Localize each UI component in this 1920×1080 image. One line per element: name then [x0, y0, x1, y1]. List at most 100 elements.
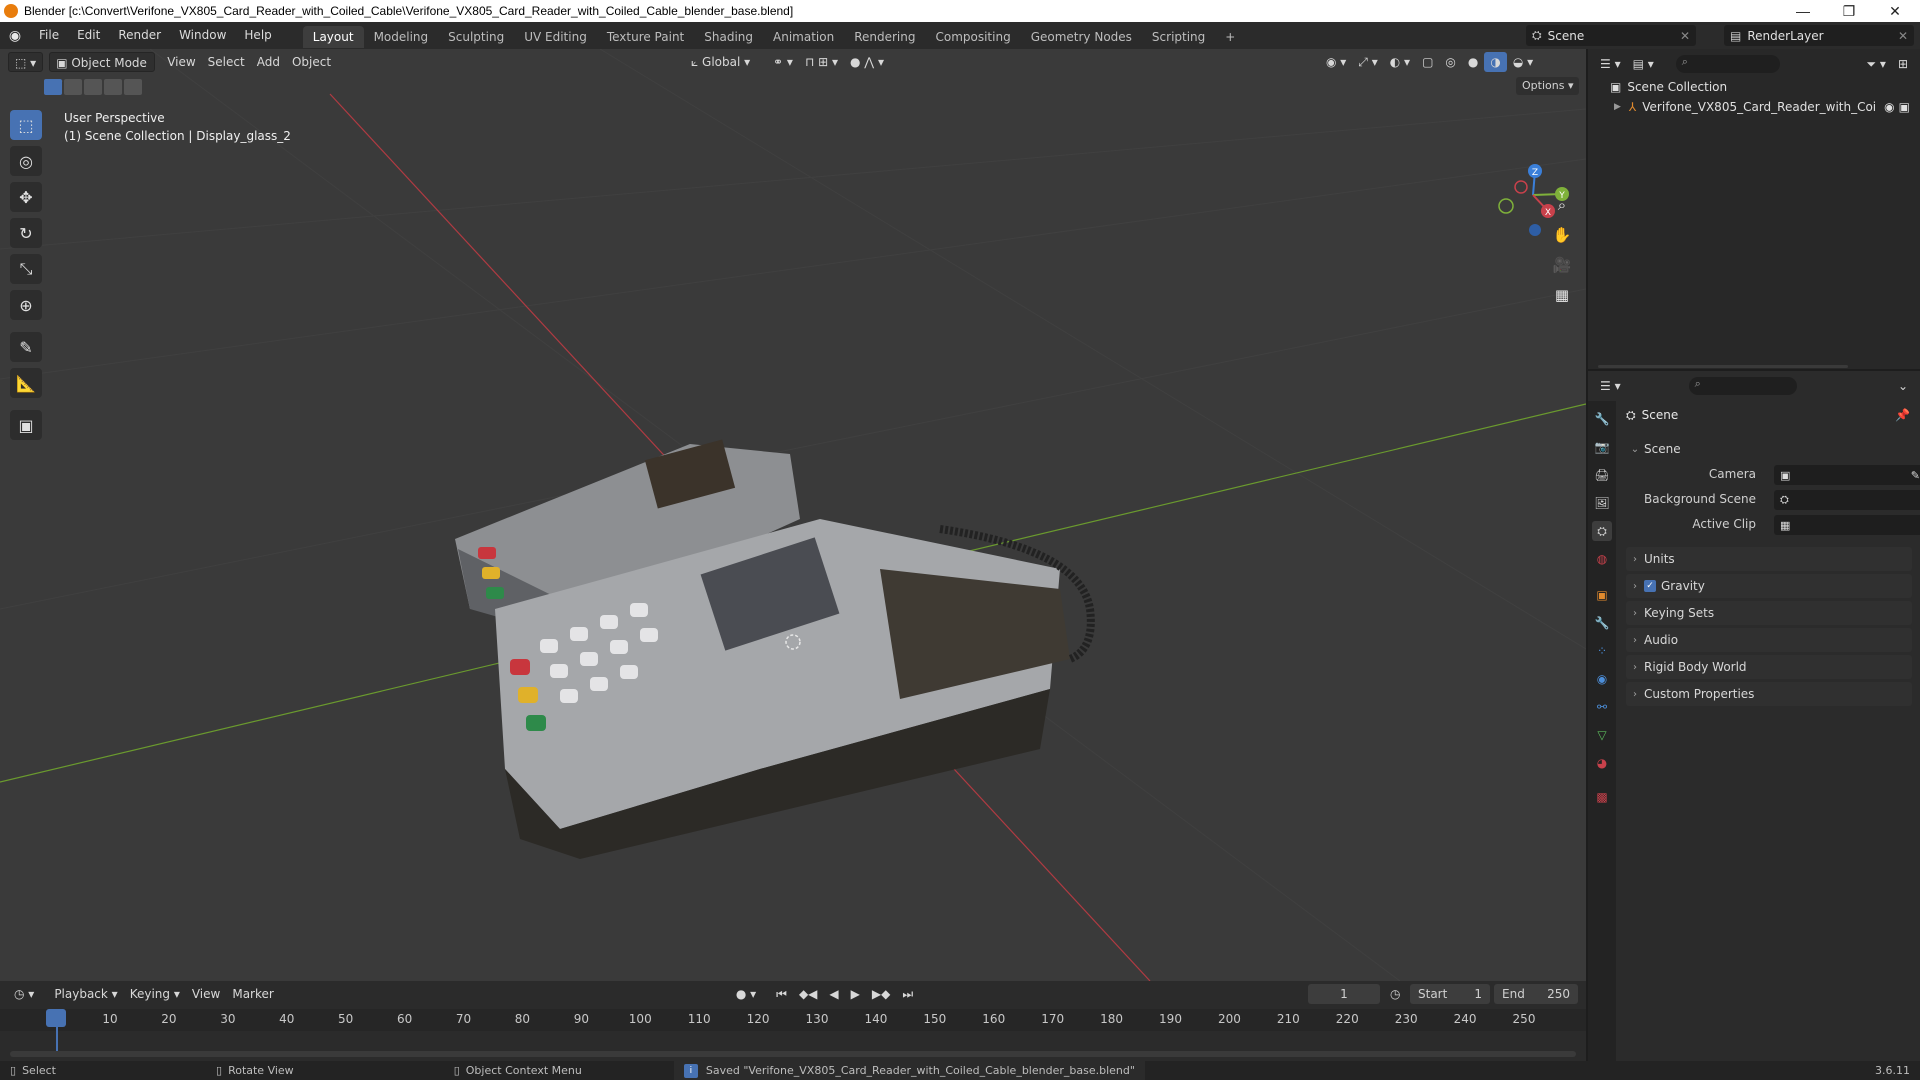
tab-texture-paint[interactable]: Texture Paint — [597, 26, 694, 48]
constraints-tab-icon[interactable]: ⚯ — [1592, 697, 1612, 717]
snap-icon[interactable]: ⊓ ⊞ ▾ — [799, 52, 844, 72]
add-cube-tool[interactable]: ▣ — [10, 410, 42, 440]
visibility-icon[interactable]: ◉ ▾ — [1320, 52, 1352, 72]
tab-layout[interactable]: Layout — [302, 25, 364, 48]
jump-start-icon[interactable]: ⏮ — [770, 984, 793, 1004]
pivot-icon[interactable]: ⚭ ▾ — [767, 52, 799, 72]
tab-sculpting[interactable]: Sculpting — [438, 26, 514, 48]
scene-selector[interactable]: ⛭ Scene ✕ — [1526, 25, 1696, 46]
measure-tool[interactable]: 📐 — [10, 368, 42, 398]
select-box-tool[interactable]: ⬚ — [10, 110, 42, 140]
blender-menu-icon[interactable]: ◉ — [0, 22, 30, 49]
new-collection-icon[interactable]: ⊞ — [1892, 54, 1914, 74]
panel-rigid-body-world[interactable]: › Rigid Body World — [1626, 655, 1912, 679]
annotate-tool[interactable]: ✎ — [10, 332, 42, 362]
report-message[interactable]: i Saved "Verifone_VX805_Card_Reader_with… — [673, 1061, 1145, 1080]
scene-close-icon[interactable]: ✕ — [1680, 29, 1690, 43]
tab-scripting[interactable]: Scripting — [1142, 26, 1215, 48]
scale-tool[interactable]: ⤡ — [10, 254, 42, 284]
menu-window[interactable]: Window — [170, 22, 235, 49]
camera-view-icon[interactable]: 🎥 — [1548, 251, 1576, 279]
camera-field[interactable]: ▣ ✎ — [1774, 465, 1920, 485]
transform-tool[interactable]: ⊕ — [10, 290, 42, 320]
eyedropper-icon[interactable]: ✎ — [1911, 469, 1920, 482]
editor-type-button[interactable]: ⬚ ▾ — [8, 52, 44, 72]
timeline-menu-playback[interactable]: Playback ▾ — [48, 984, 123, 1004]
gizmo-toggle-icon[interactable]: ⤢ ▾ — [1352, 52, 1383, 72]
minimize-button[interactable]: — — [1780, 0, 1826, 22]
play-reverse-icon[interactable]: ◀ — [823, 984, 844, 1004]
select-extend-icon[interactable] — [64, 79, 82, 95]
properties-search-input[interactable]: ⌕ — [1688, 377, 1797, 395]
tab-animation[interactable]: Animation — [763, 26, 844, 48]
expand-chevron-icon[interactable]: ▶ — [1614, 102, 1621, 112]
tab-shading[interactable]: Shading — [694, 26, 763, 48]
viewport-menu-object[interactable]: Object — [286, 52, 337, 72]
properties-options-chevron-icon[interactable]: ⌄ — [1892, 376, 1914, 396]
data-tab-icon[interactable]: ▽ — [1592, 725, 1612, 745]
view-layer-tab-icon[interactable]: 🖼 — [1592, 493, 1612, 513]
next-keyframe-icon[interactable]: ▶◆ — [866, 984, 896, 1004]
properties-editor-type-icon[interactable]: ☰ ▾ — [1594, 376, 1627, 396]
viewport-menu-add[interactable]: Add — [251, 52, 286, 72]
panel-units[interactable]: › Units — [1626, 547, 1912, 571]
gravity-checkbox[interactable]: ✓ — [1644, 580, 1656, 592]
outliner-item[interactable]: ▶ ⅄ Verifone_VX805_Card_Reader_with_Coi … — [1614, 97, 1914, 117]
renderlayer-selector[interactable]: ▤ RenderLayer ✕ — [1724, 25, 1914, 46]
outliner-search-input[interactable]: ⌕ — [1675, 55, 1780, 73]
panel-keying-sets[interactable]: › Keying Sets — [1626, 601, 1912, 625]
background-scene-field[interactable]: ⛭ — [1774, 490, 1920, 510]
select-new-icon[interactable] — [44, 79, 62, 95]
pin-icon[interactable]: 📌 — [1895, 408, 1910, 422]
add-workspace-button[interactable]: + — [1215, 26, 1245, 48]
active-clip-field[interactable]: ▦ — [1774, 515, 1920, 535]
world-tab-icon[interactable]: ◍ — [1592, 549, 1612, 569]
end-frame-field[interactable]: End 250 — [1494, 984, 1578, 1004]
timeline-menu-keying[interactable]: Keying ▾ — [124, 984, 186, 1004]
timeline-scrollbar[interactable] — [10, 1051, 1576, 1057]
menu-help[interactable]: Help — [235, 22, 280, 49]
shading-wireframe-icon[interactable]: ◎ — [1439, 52, 1461, 72]
render-tab-icon[interactable]: 📷 — [1592, 437, 1612, 457]
object-tab-icon[interactable]: ▣ — [1592, 585, 1612, 605]
timeline-editor-type-icon[interactable]: ◷ ▾ — [8, 984, 40, 1004]
shading-material-icon[interactable]: ◑ — [1484, 52, 1507, 72]
close-button[interactable]: ✕ — [1872, 0, 1918, 22]
texture-tab-icon[interactable]: ▩ — [1592, 787, 1612, 807]
viewport-menu-select[interactable]: Select — [202, 52, 251, 72]
stopwatch-icon[interactable]: ◷ — [1390, 984, 1406, 1004]
orientation-dropdown[interactable]: ⟀ Global ▾ — [685, 52, 759, 72]
3d-viewport[interactable]: Z Y X ⬚ ▾ ▣ Object Mode ▾ View Select Ad… — [0, 49, 1586, 981]
render-camera-icon[interactable]: ▣ — [1899, 100, 1910, 114]
tab-rendering[interactable]: Rendering — [844, 26, 925, 48]
xray-icon[interactable]: ▢ — [1416, 52, 1439, 72]
particles-tab-icon[interactable]: ⁘ — [1592, 641, 1612, 661]
timeline-menu-view[interactable]: View — [186, 984, 226, 1004]
select-intersect-icon[interactable] — [124, 79, 142, 95]
outliner-display-mode-icon[interactable]: ▤ ▾ — [1627, 54, 1660, 74]
outliner-editor-type-icon[interactable]: ☰ ▾ — [1594, 54, 1627, 74]
play-icon[interactable]: ▶ — [845, 984, 866, 1004]
prev-keyframe-icon[interactable]: ◆◀ — [793, 984, 823, 1004]
shading-rendered-icon[interactable]: ◒ ▾ — [1507, 52, 1539, 72]
cursor-tool[interactable]: ◎ — [10, 146, 42, 176]
start-frame-field[interactable]: Start 1 — [1410, 984, 1490, 1004]
select-invert-icon[interactable] — [104, 79, 122, 95]
panel-audio[interactable]: › Audio — [1626, 628, 1912, 652]
mode-dropdown[interactable]: ▣ Object Mode ▾ — [49, 52, 156, 90]
jump-end-icon[interactable]: ⏭ — [896, 984, 919, 1004]
proportional-edit-icon[interactable]: ● ⋀ ▾ — [844, 52, 890, 72]
physics-tab-icon[interactable]: ◉ — [1592, 669, 1612, 689]
panel-custom-properties[interactable]: › Custom Properties — [1626, 682, 1912, 706]
viewport-menu-view[interactable]: View — [161, 52, 201, 72]
move-tool[interactable]: ✥ — [10, 182, 42, 212]
panel-gravity[interactable]: › ✓ Gravity — [1626, 574, 1912, 598]
options-dropdown[interactable]: Options ▾ — [1516, 77, 1580, 95]
outliner-filter-icon[interactable]: ⏷ ▾ — [1860, 54, 1891, 74]
menu-edit[interactable]: Edit — [68, 22, 109, 49]
tab-modeling[interactable]: Modeling — [364, 26, 439, 48]
select-subtract-icon[interactable] — [84, 79, 102, 95]
menu-file[interactable]: File — [30, 22, 68, 49]
timeline-menu-marker[interactable]: Marker — [226, 984, 279, 1004]
tab-compositing[interactable]: Compositing — [925, 26, 1020, 48]
